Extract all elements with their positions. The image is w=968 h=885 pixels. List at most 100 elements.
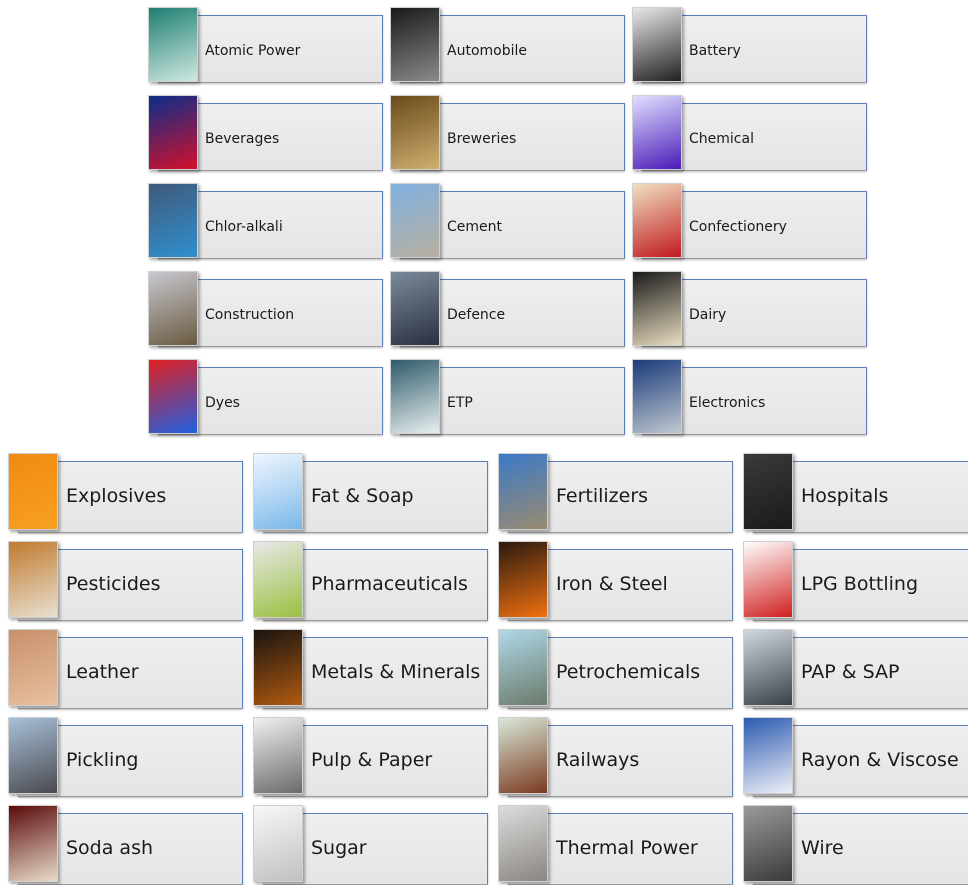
beverages-photo-icon	[148, 95, 198, 170]
industry-label: Sugar	[311, 837, 367, 859]
industry-label: Leather	[66, 661, 139, 683]
electronics-photo-icon	[632, 359, 682, 434]
industry-tile-dairy[interactable]: Dairy	[632, 271, 867, 347]
industry-tile-rayon-and-viscose[interactable]: Rayon & Viscose	[743, 717, 968, 797]
industry-tile-pesticides[interactable]: Pesticides	[8, 541, 243, 621]
industry-label: PAP & SAP	[801, 661, 900, 683]
sugar-photo-icon	[253, 805, 303, 882]
industry-label: Chemical	[689, 131, 754, 147]
railways-photo-icon	[498, 717, 548, 794]
industry-tile-soda-ash[interactable]: Soda ash	[8, 805, 243, 885]
chlor-alkali-photo-icon	[148, 183, 198, 258]
industry-tile-dyes[interactable]: Dyes	[148, 359, 383, 435]
industry-label: Pesticides	[66, 573, 161, 595]
industry-tile-etp[interactable]: ETP	[390, 359, 625, 435]
industry-tile-explosives[interactable]: Explosives	[8, 453, 243, 533]
industry-label: Pickling	[66, 749, 139, 771]
industry-label: Automobile	[447, 43, 527, 59]
battery-photo-icon	[632, 7, 682, 82]
industry-tile-chemical[interactable]: Chemical	[632, 95, 867, 171]
industry-tile-fat-and-soap[interactable]: Fat & Soap	[253, 453, 488, 533]
industry-tile-pulp-and-paper[interactable]: Pulp & Paper	[253, 717, 488, 797]
industry-tile-metals-and-minerals[interactable]: Metals & Minerals	[253, 629, 488, 709]
explosives-sign-icon	[8, 453, 58, 530]
metals-minerals-photo-icon	[253, 629, 303, 706]
industry-tile-battery[interactable]: Battery	[632, 7, 867, 83]
confectionery-photo-icon	[632, 183, 682, 258]
industry-label: Confectionery	[689, 219, 787, 235]
thermal-power-photo-icon	[498, 805, 548, 882]
industry-label: Pharmaceuticals	[311, 573, 468, 595]
industry-label: Wire	[801, 837, 844, 859]
industry-tile-atomic-power[interactable]: Atomic Power	[148, 7, 383, 83]
industry-label: Defence	[447, 307, 506, 323]
industry-label: Iron & Steel	[556, 573, 668, 595]
industry-label: Fertilizers	[556, 485, 649, 507]
industry-tile-defence[interactable]: Defence	[390, 271, 625, 347]
industry-tile-pickling[interactable]: Pickling	[8, 717, 243, 797]
industry-label: Thermal Power	[556, 837, 698, 859]
industry-tile-breweries[interactable]: Breweries	[390, 95, 625, 171]
industry-label: ETP	[447, 395, 473, 411]
pesticides-photo-icon	[8, 541, 58, 618]
industry-label: Explosives	[66, 485, 167, 507]
industry-label: Hospitals	[801, 485, 889, 507]
industry-label: Railways	[556, 749, 640, 771]
industry-label: Metals & Minerals	[311, 661, 481, 683]
fertilizers-photo-icon	[498, 453, 548, 530]
rayon-viscose-photo-icon	[743, 717, 793, 794]
industry-label: Battery	[689, 43, 741, 59]
industry-label: Petrochemicals	[556, 661, 701, 683]
industry-label: Pulp & Paper	[311, 749, 433, 771]
industry-tile-pap-and-sap[interactable]: PAP & SAP	[743, 629, 968, 709]
pharmaceuticals-photo-icon	[253, 541, 303, 618]
dairy-photo-icon	[632, 271, 682, 346]
industry-tile-sugar[interactable]: Sugar	[253, 805, 488, 885]
soda-ash-photo-icon	[8, 805, 58, 882]
dyes-photo-icon	[148, 359, 198, 434]
industry-label: Rayon & Viscose	[801, 749, 959, 771]
industry-tile-pharmaceuticals[interactable]: Pharmaceuticals	[253, 541, 488, 621]
iron-steel-photo-icon	[498, 541, 548, 618]
industry-tile-fertilizers[interactable]: Fertilizers	[498, 453, 733, 533]
industry-tile-electronics[interactable]: Electronics	[632, 359, 867, 435]
atomic-power-photo-icon	[148, 7, 198, 82]
construction-photo-icon	[148, 271, 198, 346]
industry-label: Dyes	[205, 395, 240, 411]
industry-tile-beverages[interactable]: Beverages	[148, 95, 383, 171]
lpg-cylinder-icon	[743, 541, 793, 618]
industry-tile-chlor-alkali[interactable]: Chlor-alkali	[148, 183, 383, 259]
industry-label: Soda ash	[66, 837, 154, 859]
etp-photo-icon	[390, 359, 440, 434]
industry-tile-confectionery[interactable]: Confectionery	[632, 183, 867, 259]
industry-tile-iron-and-steel[interactable]: Iron & Steel	[498, 541, 733, 621]
industry-label: Breweries	[447, 131, 517, 147]
industry-label: Beverages	[205, 131, 280, 147]
pulp-paper-photo-icon	[253, 717, 303, 794]
industry-tile-petrochemicals[interactable]: Petrochemicals	[498, 629, 733, 709]
chemical-photo-icon	[632, 95, 682, 170]
industry-tile-automobile[interactable]: Automobile	[390, 7, 625, 83]
industry-label: Construction	[205, 307, 295, 323]
pickling-photo-icon	[8, 717, 58, 794]
industry-tile-construction[interactable]: Construction	[148, 271, 383, 347]
leather-photo-icon	[8, 629, 58, 706]
industry-tile-thermal-power[interactable]: Thermal Power	[498, 805, 733, 885]
industry-tile-leather[interactable]: Leather	[8, 629, 243, 709]
automobile-photo-icon	[390, 7, 440, 82]
industry-tile-wire[interactable]: Wire	[743, 805, 968, 885]
industry-tile-cement[interactable]: Cement	[390, 183, 625, 259]
industry-label: LPG Bottling	[801, 573, 919, 595]
industry-label: Electronics	[689, 395, 766, 411]
hospitals-sign-icon	[743, 453, 793, 530]
industry-label: Chlor-alkali	[205, 219, 283, 235]
pap-sap-photo-icon	[743, 629, 793, 706]
industry-label: Cement	[447, 219, 503, 235]
industry-tile-hospitals[interactable]: Hospitals	[743, 453, 968, 533]
petrochemicals-photo-icon	[498, 629, 548, 706]
industry-tile-lpg-bottling[interactable]: LPG Bottling	[743, 541, 968, 621]
industry-tile-railways[interactable]: Railways	[498, 717, 733, 797]
defence-photo-icon	[390, 271, 440, 346]
industry-label: Dairy	[689, 307, 727, 323]
industry-label: Fat & Soap	[311, 485, 414, 507]
